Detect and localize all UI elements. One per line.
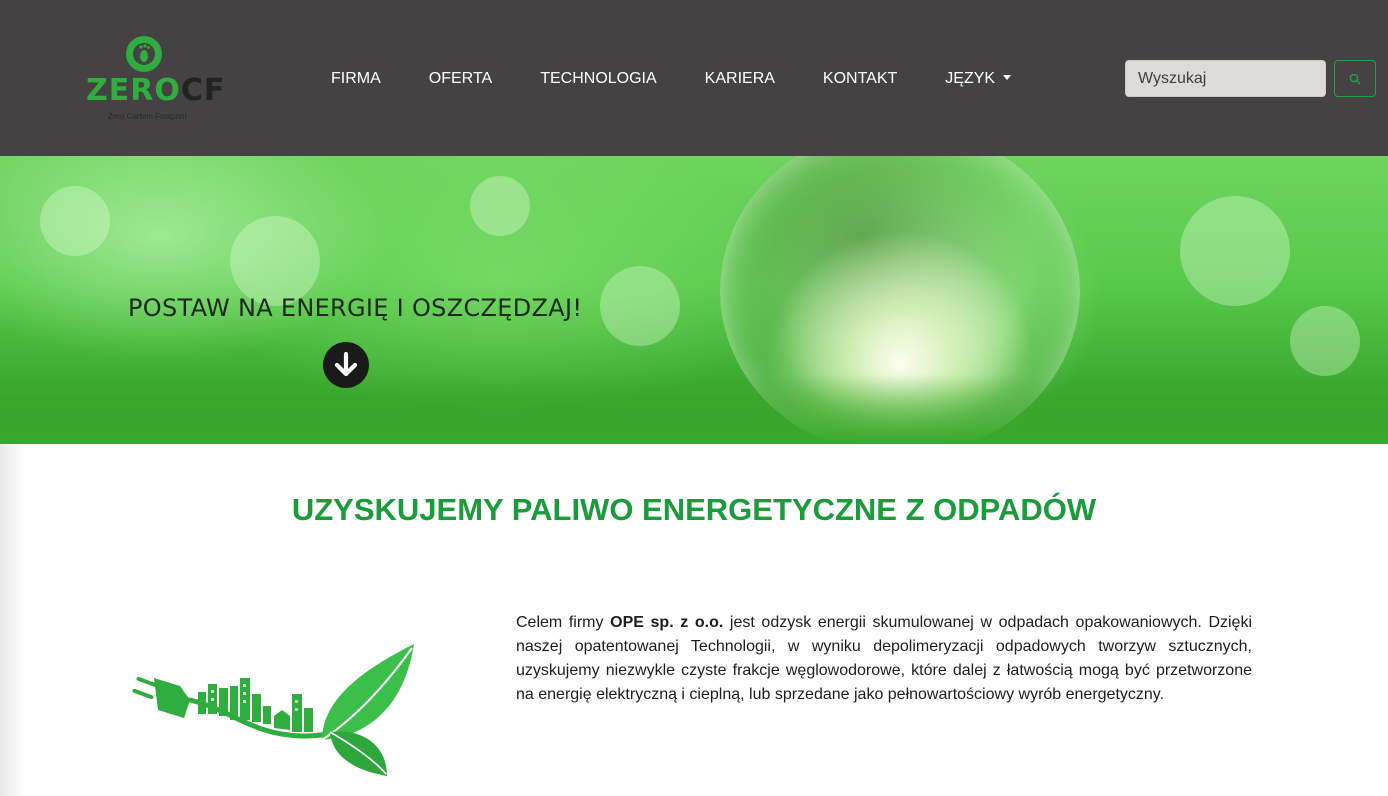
section-title: UZYSKUJEMY PALIWO ENERGETYCZNE Z ODPADÓW — [291, 492, 1097, 527]
eco-plug-city-leaf-icon — [132, 644, 414, 776]
nav-item-kontakt[interactable]: KONTAKT — [823, 67, 897, 91]
nav-item-jezyk-label: JĘZYK — [945, 70, 996, 87]
main-nav: FIRMA OFERTA TECHNOLOGIA KARIERA KONTAKT… — [331, 66, 1012, 92]
site-header: ZEROCF Zero Carbon Footprint FIRMA OFERT… — [0, 0, 1388, 156]
footprint-logo-icon — [126, 36, 162, 72]
logo-wordmark: ZEROCF — [86, 73, 226, 108]
search-icon — [1349, 73, 1361, 85]
hero-headline: POSTAW NA ENERGIĘ I OSZCZĘDZAJ! — [128, 294, 583, 322]
description-text-start: Celem firmy — [516, 614, 611, 631]
nav-item-technologia[interactable]: TECHNOLOGIA — [540, 67, 656, 91]
logo[interactable]: ZEROCF Zero Carbon Footprint — [86, 32, 226, 124]
caret-down-icon — [1003, 75, 1012, 80]
bokeh-light — [230, 216, 320, 306]
bokeh-light — [470, 176, 530, 236]
company-name: OPE sp. z o.o. — [610, 614, 724, 631]
search-button[interactable] — [1334, 60, 1376, 97]
grass-image — [0, 374, 1388, 444]
nav-item-firma[interactable]: FIRMA — [331, 67, 381, 91]
search-input[interactable] — [1125, 60, 1326, 97]
logo-tagline: Zero Carbon Footprint — [108, 112, 187, 121]
hero-banner: POSTAW NA ENERGIĘ I OSZCZĘDZAJ! — [0, 156, 1388, 444]
arrow-down-circle-icon — [334, 351, 358, 377]
bokeh-light — [40, 186, 110, 256]
nav-item-kariera[interactable]: KARIERA — [705, 67, 775, 91]
nav-item-oferta[interactable]: OFERTA — [429, 67, 492, 91]
company-description: Celem firmy OPE sp. z o.o. jest odzysk e… — [516, 611, 1252, 707]
bokeh-light — [1290, 306, 1360, 376]
scroll-down-button[interactable] — [323, 342, 369, 388]
nav-item-jezyk-dropdown[interactable]: JĘZYK — [945, 67, 1012, 91]
bokeh-light — [1180, 196, 1290, 306]
bokeh-light — [600, 266, 680, 346]
